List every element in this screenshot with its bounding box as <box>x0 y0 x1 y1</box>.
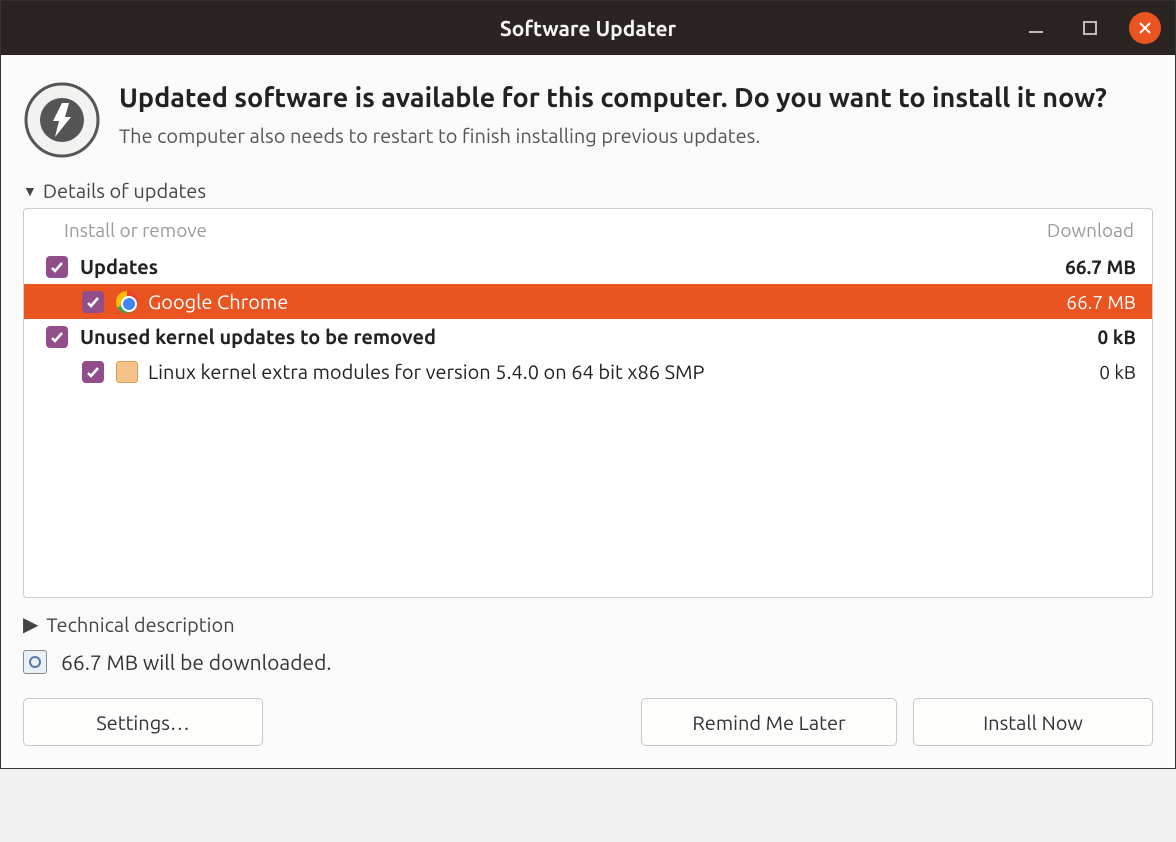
download-summary-row: 66.7 MB will be downloaded. <box>23 650 1153 674</box>
checkbox[interactable] <box>46 326 68 348</box>
triangle-down-icon: ▼ <box>23 183 37 199</box>
details-expander-label: Details of updates <box>43 179 206 202</box>
remind-button-label: Remind Me Later <box>692 711 845 734</box>
update-list: Install or remove Download Updates 66.7 … <box>23 208 1153 598</box>
settings-button-label: Settings… <box>96 711 190 734</box>
remind-me-later-button[interactable]: Remind Me Later <box>641 698 897 746</box>
check-icon <box>50 330 64 344</box>
heading: Updated software is available for this c… <box>119 81 1107 116</box>
checkbox[interactable] <box>82 361 104 383</box>
group-size: 0 kB <box>1098 326 1136 348</box>
update-item-row[interactable]: Google Chrome 66.7 MB <box>24 284 1152 319</box>
close-icon <box>1138 21 1152 35</box>
subheading: The computer also needs to restart to fi… <box>119 124 1107 147</box>
chrome-icon <box>116 291 138 313</box>
button-row: Settings… Remind Me Later Install Now <box>23 698 1153 746</box>
minimize-icon <box>1027 19 1045 37</box>
item-label: Google Chrome <box>148 290 288 313</box>
list-header: Install or remove Download <box>24 209 1152 249</box>
item-size: 0 kB <box>1099 361 1136 383</box>
close-button[interactable] <box>1129 12 1161 44</box>
update-group-row[interactable]: Updates 66.7 MB <box>24 249 1152 284</box>
install-button-label: Install Now <box>983 711 1083 734</box>
group-size: 66.7 MB <box>1065 256 1136 278</box>
settings-button[interactable]: Settings… <box>23 698 263 746</box>
group-label: Updates <box>80 255 158 278</box>
software-updater-icon <box>23 81 101 159</box>
maximize-button[interactable] <box>1075 13 1105 43</box>
install-now-button[interactable]: Install Now <box>913 698 1153 746</box>
col-install-label: Install or remove <box>64 219 207 241</box>
group-label: Unused kernel updates to be removed <box>80 325 436 348</box>
col-download-label: Download <box>1047 219 1134 241</box>
item-label: Linux kernel extra modules for version 5… <box>148 360 704 383</box>
header-text: Updated software is available for this c… <box>119 81 1107 159</box>
header-row: Updated software is available for this c… <box>23 81 1153 159</box>
content-area: Updated software is available for this c… <box>1 55 1175 768</box>
download-summary-text: 66.7 MB will be downloaded. <box>61 650 332 674</box>
download-icon <box>23 650 47 674</box>
maximize-icon <box>1082 20 1098 36</box>
checkbox[interactable] <box>46 256 68 278</box>
checkbox[interactable] <box>82 291 104 313</box>
package-icon <box>116 361 138 383</box>
update-item-row[interactable]: Linux kernel extra modules for version 5… <box>24 354 1152 389</box>
check-icon <box>50 260 64 274</box>
minimize-button[interactable] <box>1021 13 1051 43</box>
update-group-row[interactable]: Unused kernel updates to be removed 0 kB <box>24 319 1152 354</box>
details-expander[interactable]: ▼ Details of updates <box>23 179 1153 202</box>
technical-description-label: Technical description <box>46 613 234 636</box>
titlebar: Software Updater <box>1 1 1175 55</box>
window-title: Software Updater <box>500 16 676 40</box>
window-controls <box>1021 12 1161 44</box>
item-size: 66.7 MB <box>1066 291 1136 313</box>
triangle-right-icon: ▶ <box>23 612 38 636</box>
technical-description-expander[interactable]: ▶ Technical description <box>23 612 1153 636</box>
check-icon <box>86 295 100 309</box>
software-updater-window: Software Updater Updated sof <box>0 0 1176 769</box>
check-icon <box>86 365 100 379</box>
